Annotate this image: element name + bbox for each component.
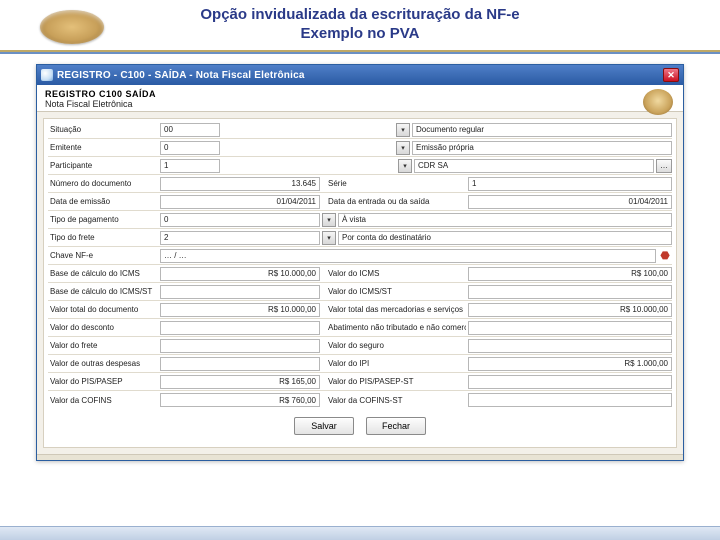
close-icon: ✕ bbox=[667, 70, 675, 81]
window-title-bar[interactable]: REGISTRO - C100 - SAÍDA - Nota Fiscal El… bbox=[37, 65, 683, 85]
register-subtitle: Nota Fiscal Eletrônica bbox=[45, 99, 675, 109]
app-icon bbox=[41, 69, 53, 81]
slide-title-line1: Opção invidualizada da escrituração da N… bbox=[0, 6, 720, 25]
valor-ipi-field[interactable]: R$ 1.000,00 bbox=[468, 357, 672, 371]
chave-nfe-field[interactable]: … / … bbox=[160, 249, 656, 263]
valor-desconto-label: Valor do desconto bbox=[48, 323, 158, 332]
data-emissao-field[interactable]: 01/04/2011 bbox=[160, 195, 320, 209]
tipo-frete-label: Tipo do frete bbox=[48, 233, 158, 242]
participante-label: Participante bbox=[48, 161, 158, 170]
outras-despesas-field[interactable] bbox=[160, 357, 320, 371]
numero-doc-label: Número do documento bbox=[48, 179, 158, 188]
data-entrada-saida-label: Data da entrada ou da saída bbox=[322, 197, 466, 206]
valor-doc-label: Valor total do documento bbox=[48, 305, 158, 314]
outras-despesas-label: Valor de outras despesas bbox=[48, 359, 158, 368]
participante-lookup-button[interactable]: … bbox=[656, 159, 672, 173]
valor-frete-label: Valor do frete bbox=[48, 341, 158, 350]
situacao-code[interactable]: 00 bbox=[160, 123, 220, 137]
tipo-pagamento-desc[interactable]: À vista bbox=[338, 213, 672, 227]
participante-code[interactable]: 1 bbox=[160, 159, 220, 173]
valor-seguro-field[interactable] bbox=[468, 339, 672, 353]
tipo-pagamento-code[interactable]: 0 bbox=[160, 213, 320, 227]
emitente-code[interactable]: 0 bbox=[160, 141, 220, 155]
validation-warn-icon: ⬣ bbox=[658, 249, 672, 263]
fechar-button[interactable]: Fechar bbox=[366, 417, 426, 435]
cofins-field[interactable]: R$ 760,00 bbox=[160, 393, 320, 407]
chevron-down-icon: ▾ bbox=[403, 162, 407, 170]
serie-label: Série bbox=[322, 179, 466, 188]
sped-emblem-icon bbox=[643, 89, 673, 115]
register-code: REGISTRO C100 SAÍDA bbox=[45, 89, 675, 99]
valor-icms-field[interactable]: R$ 100,00 bbox=[468, 267, 672, 281]
pis-field[interactable]: R$ 165,00 bbox=[160, 375, 320, 389]
tipo-frete-dropdown[interactable]: ▾ bbox=[322, 231, 336, 245]
valor-seguro-label: Valor do seguro bbox=[322, 341, 466, 350]
emitente-dropdown[interactable]: ▾ bbox=[396, 141, 410, 155]
bc-icms-st-label: Base de cálculo do ICMS/ST bbox=[48, 287, 158, 296]
chevron-down-icon: ▾ bbox=[327, 216, 331, 224]
chevron-down-icon: ▾ bbox=[327, 234, 331, 242]
sped-logo bbox=[40, 10, 104, 44]
situacao-dropdown[interactable]: ▾ bbox=[396, 123, 410, 137]
valor-ipi-label: Valor do IPI bbox=[322, 359, 466, 368]
valor-doc-field[interactable]: R$ 10.000,00 bbox=[160, 303, 320, 317]
valor-mercadorias-field[interactable]: R$ 10.000,00 bbox=[468, 303, 672, 317]
valor-icms-st-label: Valor do ICMS/ST bbox=[322, 287, 466, 296]
ellipsis-icon: … bbox=[660, 161, 668, 170]
slide-title: Opção invidualizada da escrituração da N… bbox=[0, 0, 720, 44]
close-button[interactable]: ✕ bbox=[663, 68, 679, 82]
valor-desconto-field[interactable] bbox=[160, 321, 320, 335]
chave-nfe-label: Chave NF-e bbox=[48, 251, 158, 260]
emitente-desc[interactable]: Emissão própria bbox=[412, 141, 672, 155]
slide-title-line2: Exemplo no PVA bbox=[0, 25, 720, 44]
chevron-down-icon: ▾ bbox=[401, 126, 405, 134]
abatimento-field[interactable] bbox=[468, 321, 672, 335]
valor-mercadorias-label: Valor total das mercadorias e serviços bbox=[322, 305, 466, 314]
chevron-down-icon: ▾ bbox=[401, 144, 405, 152]
salvar-button[interactable]: Salvar bbox=[294, 417, 354, 435]
pis-st-field[interactable] bbox=[468, 375, 672, 389]
data-emissao-label: Data de emissão bbox=[48, 197, 158, 206]
cofins-st-field[interactable] bbox=[468, 393, 672, 407]
situacao-desc[interactable]: Documento regular bbox=[412, 123, 672, 137]
tipo-frete-code[interactable]: 2 bbox=[160, 231, 320, 245]
data-entrada-saida-field[interactable]: 01/04/2011 bbox=[468, 195, 672, 209]
form-panel: Situação 00 ▾ Documento regular Emitente… bbox=[43, 118, 677, 448]
serie-field[interactable]: 1 bbox=[468, 177, 672, 191]
valor-frete-field[interactable] bbox=[160, 339, 320, 353]
pis-st-label: Valor do PIS/PASEP-ST bbox=[322, 377, 466, 386]
button-row: Salvar Fechar bbox=[48, 409, 672, 439]
cofins-st-label: Valor da COFINS-ST bbox=[322, 396, 466, 405]
numero-doc-field[interactable]: 13.645 bbox=[160, 177, 320, 191]
abatimento-label: Abatimento não tributado e não comercial bbox=[322, 323, 466, 332]
bc-icms-label: Base de cálculo do ICMS bbox=[48, 269, 158, 278]
tipo-frete-desc[interactable]: Por conta do destinatário bbox=[338, 231, 672, 245]
tipo-pagamento-dropdown[interactable]: ▾ bbox=[322, 213, 336, 227]
bc-icms-field[interactable]: R$ 10.000,00 bbox=[160, 267, 320, 281]
pva-window: REGISTRO - C100 - SAÍDA - Nota Fiscal El… bbox=[36, 64, 684, 461]
slide-footer-bar bbox=[0, 526, 720, 540]
pis-label: Valor do PIS/PASEP bbox=[48, 377, 158, 386]
participante-dropdown[interactable]: ▾ bbox=[398, 159, 412, 173]
situacao-label: Situação bbox=[48, 125, 158, 134]
tipo-pagamento-label: Tipo de pagamento bbox=[48, 215, 158, 224]
register-header: REGISTRO C100 SAÍDA Nota Fiscal Eletrôni… bbox=[37, 85, 683, 112]
valor-icms-label: Valor do ICMS bbox=[322, 269, 466, 278]
window-footer bbox=[37, 454, 683, 460]
window-title: REGISTRO - C100 - SAÍDA - Nota Fiscal El… bbox=[57, 70, 663, 81]
bc-icms-st-field[interactable] bbox=[160, 285, 320, 299]
participante-desc[interactable]: CDR SA bbox=[414, 159, 654, 173]
emitente-label: Emitente bbox=[48, 143, 158, 152]
valor-icms-st-field[interactable] bbox=[468, 285, 672, 299]
cofins-label: Valor da COFINS bbox=[48, 396, 158, 405]
